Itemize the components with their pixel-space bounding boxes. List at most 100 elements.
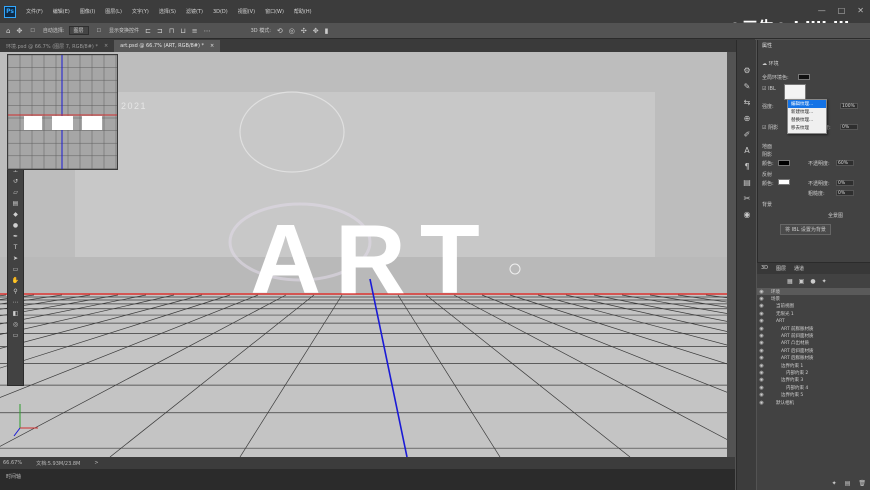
zoom-level[interactable]: 66.67% xyxy=(3,460,22,466)
set-ibl-as-background-button[interactable]: 将 IBL 设置为背景 xyxy=(780,224,831,235)
properties-title[interactable]: 属性 xyxy=(758,40,870,51)
menu-file[interactable]: 文件(F) xyxy=(26,8,43,15)
tab-layers[interactable]: 图层 xyxy=(776,265,786,272)
shadow-checkbox[interactable]: ☑ xyxy=(762,125,766,131)
color-swatches-icon[interactable]: ◧ xyxy=(8,308,23,319)
gradient-tool-icon[interactable]: ▤ xyxy=(8,198,23,209)
3d-materials-icon[interactable]: ◉ xyxy=(737,206,757,222)
orbit-3d-icon[interactable]: ⟲ xyxy=(277,27,283,35)
add-light-icon[interactable]: ✦ xyxy=(832,480,837,487)
history-panel-icon[interactable]: ⚙ xyxy=(737,62,757,78)
menu-select[interactable]: 选择(S) xyxy=(159,8,176,15)
reflection-opacity-field[interactable]: 0% xyxy=(836,180,854,186)
brush-panel-icon[interactable]: ✎ xyxy=(737,78,757,94)
scene-tree-row[interactable]: ◉ 当前视图 xyxy=(757,303,870,310)
menu-edit-texture[interactable]: 编辑纹理... xyxy=(788,100,826,108)
scene-tree-row[interactable]: ◉ ART 凸出材质 xyxy=(757,340,870,347)
scene-tree-row[interactable]: ◉ 内部约束 2 xyxy=(757,369,870,376)
ibl-texture-thumb[interactable] xyxy=(784,84,806,100)
hand-tool-icon[interactable]: ✋ xyxy=(8,275,23,286)
tab-close-icon[interactable]: × xyxy=(210,43,214,49)
opacity-field[interactable]: 60% xyxy=(836,160,854,166)
new-constraint-icon[interactable]: ▤ xyxy=(845,480,851,487)
visibility-eye-icon[interactable]: ◉ xyxy=(757,400,766,406)
scale-3d-icon[interactable]: ▮ xyxy=(325,27,329,35)
align-right-icon[interactable]: ⊓ xyxy=(169,27,174,35)
visibility-eye-icon[interactable]: ◉ xyxy=(757,333,766,339)
timeline-label[interactable]: 时间轴 xyxy=(6,474,21,480)
tab-close-icon[interactable]: × xyxy=(104,43,108,49)
menu-window[interactable]: 窗口(W) xyxy=(265,8,284,15)
visibility-eye-icon[interactable]: ◉ xyxy=(757,311,766,317)
visibility-eye-icon[interactable]: ◉ xyxy=(757,289,766,295)
more-tools-icon[interactable]: ⋯ xyxy=(8,297,23,308)
scene-tree-row[interactable]: ◉ 内部约束 4 xyxy=(757,384,870,391)
shadow-checkbox-row[interactable]: ☑ 阴影 xyxy=(762,124,778,131)
filter-mesh-icon[interactable]: ▣ xyxy=(799,278,805,285)
tab-3d[interactable]: 3D xyxy=(761,265,768,272)
menu-layer[interactable]: 图层(L) xyxy=(105,8,122,15)
menu-edit[interactable]: 编辑(E) xyxy=(53,8,70,15)
status-menu-arrow[interactable]: > xyxy=(94,460,98,466)
distribute-icon[interactable]: ≡ xyxy=(192,27,198,35)
blur-tool-icon[interactable]: ◆ xyxy=(8,209,23,220)
scene-tree-row[interactable]: ◉ 边界约束 1 xyxy=(757,362,870,369)
path-select-tool-icon[interactable]: ➤ xyxy=(8,253,23,264)
visibility-eye-icon[interactable]: ◉ xyxy=(757,385,766,391)
character-panel-icon[interactable]: A xyxy=(737,142,757,158)
global-ambient-swatch[interactable] xyxy=(798,74,810,80)
filter-scene-icon[interactable]: ▦ xyxy=(787,278,793,285)
trash-icon[interactable]: 🗑 xyxy=(858,480,866,487)
visibility-eye-icon[interactable]: ◉ xyxy=(757,348,766,354)
tools-extra-icon[interactable]: ✂ xyxy=(737,190,757,206)
reflection-color-swatch[interactable] xyxy=(778,179,790,185)
visibility-eye-icon[interactable]: ◉ xyxy=(757,370,766,376)
rectangle-tool-icon[interactable]: ▭ xyxy=(8,264,23,275)
scene-tree-row[interactable]: ◉ 默认相机 xyxy=(757,399,870,406)
filter-material-icon[interactable]: ● xyxy=(810,278,815,285)
type-tool-icon[interactable]: T xyxy=(8,242,23,253)
home-icon[interactable]: ⌂ xyxy=(6,27,10,35)
visibility-eye-icon[interactable]: ◉ xyxy=(757,355,766,361)
menu-new-texture[interactable]: 新建纹理... xyxy=(788,108,826,116)
scene-tree-row[interactable]: ◉ 边界约束 5 xyxy=(757,391,870,398)
visibility-eye-icon[interactable]: ◉ xyxy=(757,326,766,332)
visibility-eye-icon[interactable]: ◉ xyxy=(757,377,766,383)
zoom-tool-icon[interactable]: ⚲ xyxy=(8,286,23,297)
visibility-eye-icon[interactable]: ◉ xyxy=(757,392,766,398)
brush-settings-icon[interactable]: ✐ xyxy=(737,126,757,142)
slide-3d-icon[interactable]: ✥ xyxy=(313,27,319,35)
3d-axis-widget[interactable] xyxy=(12,398,42,438)
eraser-tool-icon[interactable]: ▱ xyxy=(8,187,23,198)
scene-tree-row[interactable]: ◉ ART xyxy=(757,318,870,325)
filter-light-icon[interactable]: ✦ xyxy=(822,278,827,285)
menu-3d[interactable]: 3D(D) xyxy=(213,9,228,15)
art-3d-text[interactable]: ART xyxy=(250,204,493,314)
scene-tree-row[interactable]: ◉ ART 前膨胀材质 xyxy=(757,325,870,332)
visibility-eye-icon[interactable]: ◉ xyxy=(757,318,766,324)
scene-tree-row[interactable]: ◉ 边界约束 3 xyxy=(757,377,870,384)
roll-3d-icon[interactable]: ◎ xyxy=(289,27,295,35)
intensity-field[interactable]: 100% xyxy=(840,103,858,109)
scene-tree-row[interactable]: ◉ 场景 xyxy=(757,295,870,302)
visibility-eye-icon[interactable]: ◉ xyxy=(757,296,766,302)
auto-select-dropdown[interactable]: 图层 xyxy=(68,26,89,35)
visibility-eye-icon[interactable]: ◉ xyxy=(757,303,766,309)
tab-channels[interactable]: 通道 xyxy=(794,265,804,272)
ibl-checkbox[interactable]: ☑ xyxy=(762,86,766,92)
scene-tree-row[interactable]: ◉ ART 前斜面材质 xyxy=(757,332,870,339)
menu-help[interactable]: 帮助(H) xyxy=(294,8,312,15)
roughness-field[interactable]: 0% xyxy=(836,190,854,196)
tab-art-psd[interactable]: art.psd @ 66.7% (ART, RGB/8#) * × xyxy=(114,40,221,52)
scene-tree-row[interactable]: ◉ 无限光 1 xyxy=(757,310,870,317)
softness-field[interactable]: 0% xyxy=(840,124,858,130)
tab-environment-psd[interactable]: 环境.psd @ 66.7% (图层 7, RGB/8#) * × xyxy=(0,40,115,52)
3d-secondary-view[interactable] xyxy=(7,54,118,170)
menu-image[interactable]: 图像(I) xyxy=(80,8,95,15)
menu-filter[interactable]: 滤镜(T) xyxy=(186,8,203,15)
close-window-button[interactable]: ✕ xyxy=(857,6,864,15)
align-top-icon[interactable]: ⊔ xyxy=(180,27,185,35)
scene-tree-row[interactable]: ◉ ART 后膨胀材质 xyxy=(757,355,870,362)
auto-select-checkbox[interactable]: ☐ xyxy=(30,28,34,34)
dodge-tool-icon[interactable]: ● xyxy=(8,220,23,231)
